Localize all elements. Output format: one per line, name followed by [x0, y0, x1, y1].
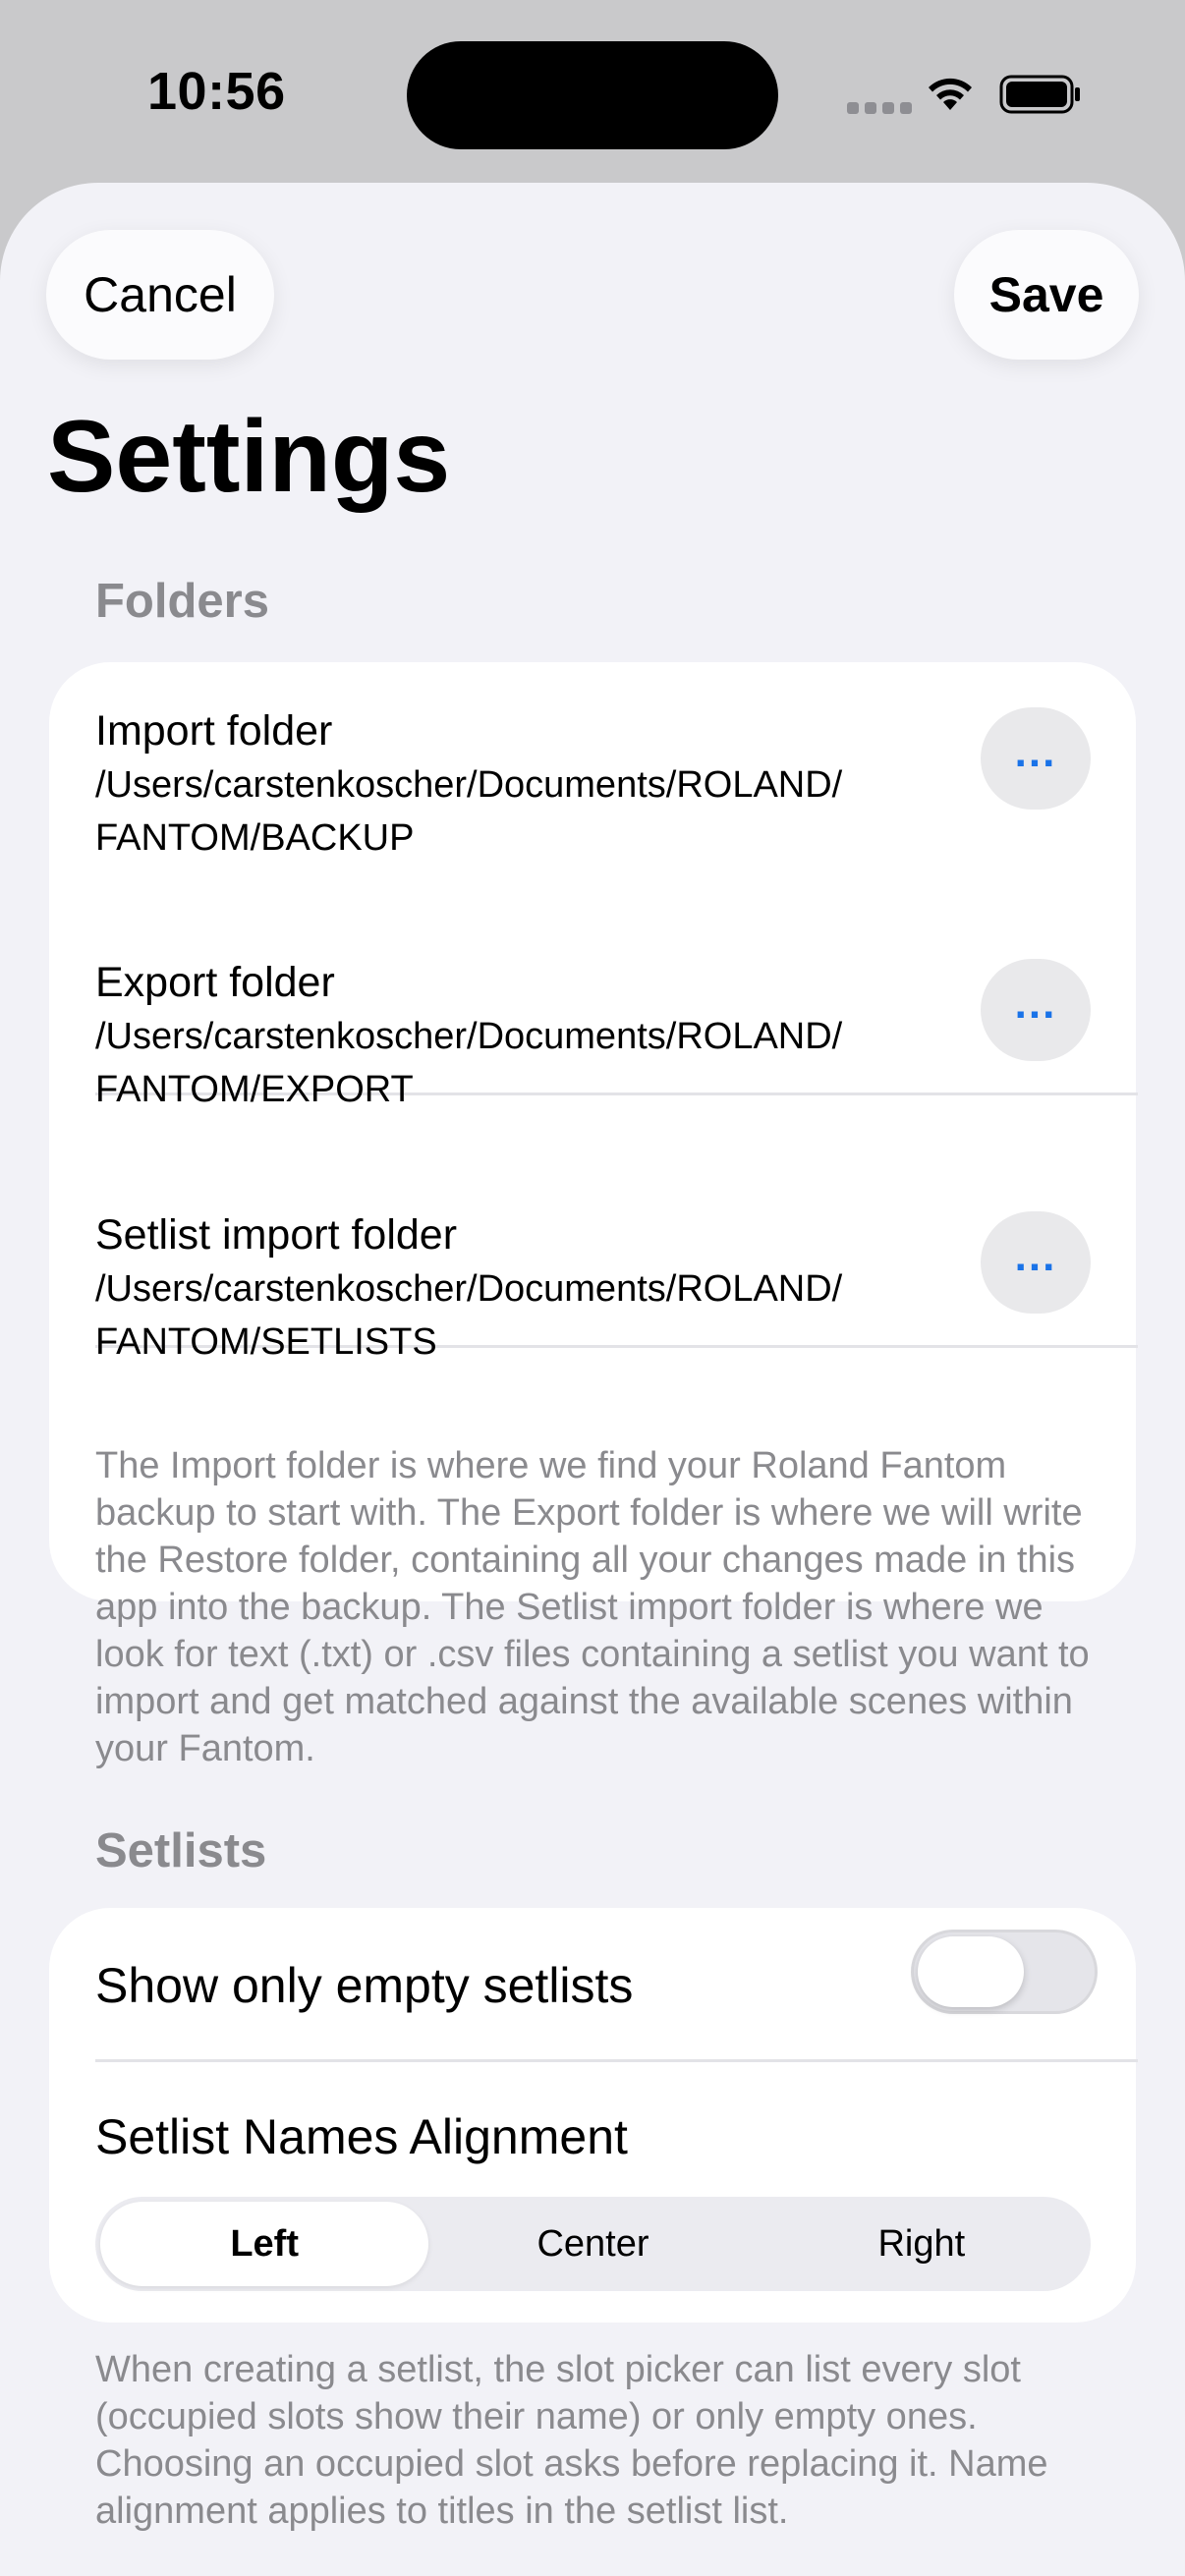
show-empty-setlists-label: Show only empty setlists — [95, 1958, 634, 2013]
setlist-import-folder-path: /Users/carstenkoscher/Documents/ROLAND/ … — [95, 1262, 960, 1369]
cancel-button[interactable]: Cancel — [46, 230, 274, 360]
show-empty-setlists-toggle[interactable] — [911, 1930, 1098, 2014]
import-folder-path-line2: FANTOM/BACKUP — [95, 817, 415, 859]
alignment-label: Setlist Names Alignment — [95, 2109, 628, 2164]
setlists-section-header: Setlists — [95, 1824, 267, 1877]
import-folder-title: Import folder — [95, 707, 333, 755]
export-folder-path: /Users/carstenkoscher/Documents/ROLAND/ … — [95, 1010, 960, 1116]
setlist-import-folder-title: Setlist import folder — [95, 1211, 458, 1259]
export-folder-row: Export folder /Users/carstenkoscher/Docu… — [49, 914, 1136, 1165]
setlists-card: Show only empty setlists Setlist Names A… — [49, 1908, 1138, 2323]
setlist-import-folder-more-button[interactable]: ... — [981, 1211, 1091, 1314]
alignment-segmented-control: Left Center Right — [95, 2197, 1091, 2291]
setlists-footnote: When creating a setlist, the slot picker… — [95, 2349, 1048, 2532]
export-folder-path-line1: /Users/carstenkoscher/Documents/ROLAND/ — [95, 1016, 843, 1057]
cellular-signal-icon — [847, 102, 912, 114]
wifi-icon — [929, 78, 972, 110]
alignment-option-left[interactable]: Left — [100, 2202, 429, 2286]
import-folder-path-line1: /Users/carstenkoscher/Documents/ROLAND/ — [95, 764, 843, 806]
save-button[interactable]: Save — [954, 230, 1139, 360]
export-folder-title: Export folder — [95, 959, 335, 1006]
status-bar: 10:56 — [0, 0, 1185, 187]
status-time: 10:56 — [147, 62, 286, 121]
setlist-import-folder-path-line2: FANTOM/SETLISTS — [95, 1321, 437, 1363]
dynamic-island — [407, 41, 778, 149]
import-folder-more-button[interactable]: ... — [981, 707, 1091, 810]
divider — [95, 2059, 1138, 2062]
toggle-knob — [918, 1936, 1024, 2007]
alignment-option-center[interactable]: Center — [428, 2202, 757, 2286]
export-folder-path-line2: FANTOM/EXPORT — [95, 1069, 414, 1110]
folders-section-header: Folders — [95, 575, 269, 628]
folders-footnote: The Import folder is where we find your … — [95, 1445, 1090, 1769]
import-folder-path: /Users/carstenkoscher/Documents/ROLAND/ … — [95, 758, 960, 865]
setlist-import-folder-row: Setlist import folder /Users/carstenkosc… — [49, 1166, 1136, 1418]
battery-icon — [999, 75, 1080, 114]
import-folder-row: Import folder /Users/carstenkoscher/Docu… — [49, 662, 1136, 914]
export-folder-more-button[interactable]: ... — [981, 959, 1091, 1061]
settings-sheet: Cancel Save Settings Folders Import fold… — [0, 183, 1185, 2576]
alignment-option-right[interactable]: Right — [758, 2202, 1086, 2286]
page-title: Settings — [47, 400, 451, 514]
setlist-import-folder-path-line1: /Users/carstenkoscher/Documents/ROLAND/ — [95, 1268, 843, 1310]
